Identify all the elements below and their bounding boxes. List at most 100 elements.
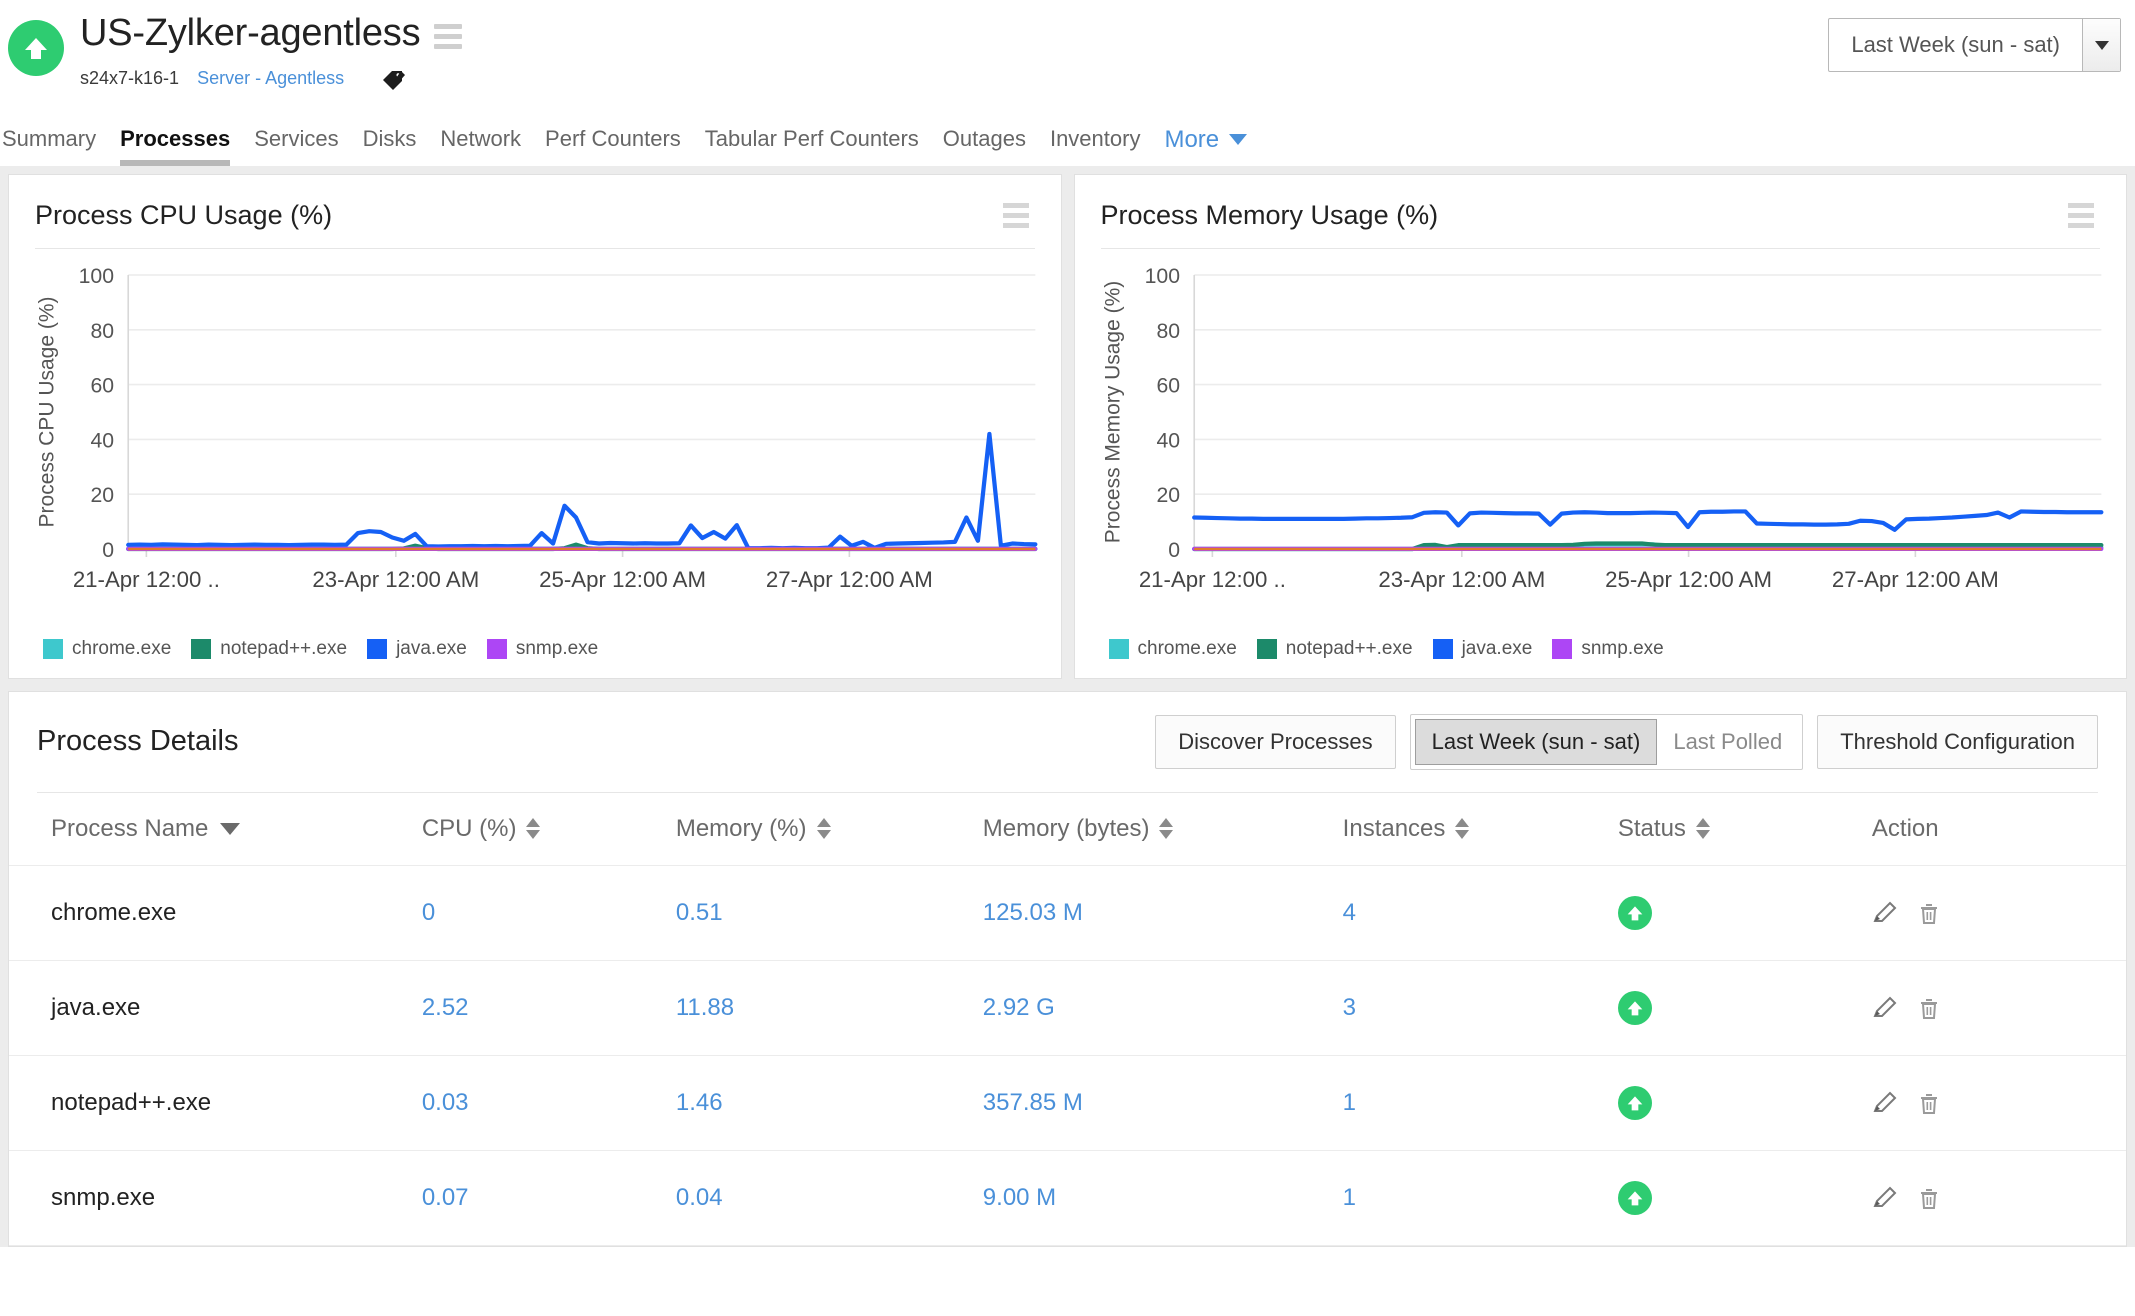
- y-axis-tick: 40: [90, 429, 114, 452]
- chart-menu-icon[interactable]: [2062, 197, 2100, 234]
- title-hamburger-icon[interactable]: [434, 18, 462, 49]
- cell-memory-bytes[interactable]: 2.92 G: [983, 960, 1343, 1055]
- x-axis-tick: 25-Apr 12:00 AM: [1605, 567, 1772, 592]
- legend-item-chrome[interactable]: chrome.exe: [1109, 638, 1249, 660]
- cell-status: [1618, 865, 1872, 960]
- status-up-icon: [1618, 1181, 1652, 1215]
- legend-item-notepad[interactable]: notepad++.exe: [191, 638, 359, 660]
- x-axis-tick: 23-Apr 12:00 AM: [312, 567, 479, 592]
- table-row: java.exe2.5211.882.92 G3: [9, 960, 2126, 1055]
- trash-icon[interactable]: [1916, 1185, 1942, 1211]
- cell-instances[interactable]: 4: [1343, 865, 1618, 960]
- monitor-status-icon: [8, 20, 64, 76]
- process-cpu-usage-title: Process CPU Usage (%): [35, 200, 332, 231]
- table-row: chrome.exe00.51125.03 M4: [9, 865, 2126, 960]
- cell-instances[interactable]: 1: [1343, 1055, 1618, 1150]
- column-label: Instances: [1343, 815, 1446, 843]
- process-details-table: Process Name CPU (%) Memory (%): [9, 793, 2126, 1246]
- pencil-icon[interactable]: [1872, 1090, 1898, 1116]
- trash-icon[interactable]: [1916, 900, 1942, 926]
- monitor-type-link[interactable]: Server - Agentless: [197, 68, 344, 89]
- sort-toggle-icon[interactable]: [1455, 818, 1469, 839]
- y-axis-tick: 100: [79, 265, 114, 288]
- y-axis-tick: 100: [1144, 265, 1179, 288]
- column-process-name[interactable]: Process Name: [9, 793, 422, 866]
- cell-cpu[interactable]: 2.52: [422, 960, 676, 1055]
- column-memory-bytes[interactable]: Memory (bytes): [983, 793, 1343, 866]
- discover-processes-button[interactable]: Discover Processes: [1155, 715, 1395, 769]
- period-toggle-last-week[interactable]: Last Week (sun - sat): [1415, 719, 1658, 765]
- process-details-title: Process Details: [37, 725, 238, 758]
- tab-tabular-perf-counters[interactable]: Tabular Perf Counters: [693, 126, 931, 166]
- legend-item-java[interactable]: java.exe: [367, 638, 479, 660]
- cell-memory-pct[interactable]: 1.46: [676, 1055, 983, 1150]
- trash-icon[interactable]: [1916, 995, 1942, 1021]
- y-axis-label: Process Memory Usage (%): [1101, 281, 1124, 543]
- cell-action: [1872, 865, 2126, 960]
- status-up-icon: [1618, 896, 1652, 930]
- x-axis-tick: 23-Apr 12:00 AM: [1378, 567, 1545, 592]
- host-name: s24x7-k16-1: [80, 68, 179, 89]
- legend-label: snmp.exe: [516, 638, 598, 660]
- cell-action: [1872, 960, 2126, 1055]
- page-header: US-Zylker-agentless s24x7-k16-1 Server -…: [0, 0, 2135, 92]
- cell-memory-bytes[interactable]: 125.03 M: [983, 865, 1343, 960]
- cell-memory-bytes[interactable]: 357.85 M: [983, 1055, 1343, 1150]
- trash-icon[interactable]: [1916, 1090, 1942, 1116]
- legend-label: java.exe: [396, 638, 467, 660]
- process-memory-usage-title: Process Memory Usage (%): [1101, 200, 1439, 231]
- cell-memory-pct[interactable]: 0.04: [676, 1150, 983, 1245]
- series-line-java-exe: [1194, 511, 2101, 529]
- column-label: Status: [1618, 815, 1686, 843]
- y-axis-tick: 0: [102, 539, 114, 562]
- sort-toggle-icon[interactable]: [817, 818, 831, 839]
- y-axis-tick: 40: [1156, 429, 1180, 452]
- column-memory-pct[interactable]: Memory (%): [676, 793, 983, 866]
- period-toggle-last-polled[interactable]: Last Polled: [1657, 719, 1798, 765]
- legend-item-chrome[interactable]: chrome.exe: [43, 638, 183, 660]
- cell-instances[interactable]: 3: [1343, 960, 1618, 1055]
- legend-item-snmp[interactable]: snmp.exe: [1552, 638, 1675, 660]
- chevron-down-icon[interactable]: [2082, 19, 2120, 71]
- cell-process-name: java.exe: [9, 960, 422, 1055]
- sort-desc-icon[interactable]: [220, 823, 240, 835]
- cell-cpu[interactable]: 0.03: [422, 1055, 676, 1150]
- tab-network[interactable]: Network: [428, 126, 533, 166]
- tab-disks[interactable]: Disks: [351, 126, 429, 166]
- cell-memory-bytes[interactable]: 9.00 M: [983, 1150, 1343, 1245]
- pencil-icon[interactable]: [1872, 900, 1898, 926]
- legend-item-snmp[interactable]: snmp.exe: [487, 638, 610, 660]
- cell-cpu[interactable]: 0: [422, 865, 676, 960]
- column-status[interactable]: Status: [1618, 793, 1872, 866]
- x-axis-tick: 27-Apr 12:00 AM: [1831, 567, 1998, 592]
- sort-toggle-icon[interactable]: [1159, 818, 1173, 839]
- sort-toggle-icon[interactable]: [1696, 818, 1710, 839]
- tab-services[interactable]: Services: [242, 126, 350, 166]
- cell-memory-pct[interactable]: 0.51: [676, 865, 983, 960]
- sort-toggle-icon[interactable]: [526, 818, 540, 839]
- y-axis-tick: 20: [1156, 484, 1180, 507]
- legend-swatch: [191, 639, 211, 659]
- threshold-configuration-button[interactable]: Threshold Configuration: [1817, 715, 2098, 769]
- column-label: Memory (bytes): [983, 815, 1150, 843]
- pencil-icon[interactable]: [1872, 995, 1898, 1021]
- column-cpu[interactable]: CPU (%): [422, 793, 676, 866]
- chart-menu-icon[interactable]: [997, 197, 1035, 234]
- tab-outages[interactable]: Outages: [931, 126, 1038, 166]
- pencil-icon[interactable]: [1872, 1185, 1898, 1211]
- tab-processes[interactable]: Processes: [108, 126, 242, 166]
- legend-item-notepad[interactable]: notepad++.exe: [1257, 638, 1425, 660]
- tab-inventory[interactable]: Inventory: [1038, 126, 1153, 166]
- tab-perf-counters[interactable]: Perf Counters: [533, 126, 693, 166]
- cell-instances[interactable]: 1: [1343, 1150, 1618, 1245]
- global-period-select[interactable]: Last Week (sun - sat): [1828, 18, 2121, 72]
- cell-process-name: notepad++.exe: [9, 1055, 422, 1150]
- column-instances[interactable]: Instances: [1343, 793, 1618, 866]
- cell-cpu[interactable]: 0.07: [422, 1150, 676, 1245]
- tab-more[interactable]: More: [1152, 126, 1259, 166]
- cell-memory-pct[interactable]: 11.88: [676, 960, 983, 1055]
- y-axis-tick: 20: [90, 484, 114, 507]
- legend-item-java[interactable]: java.exe: [1433, 638, 1545, 660]
- tag-icon[interactable]: [380, 66, 406, 92]
- tab-summary[interactable]: Summary: [0, 126, 108, 166]
